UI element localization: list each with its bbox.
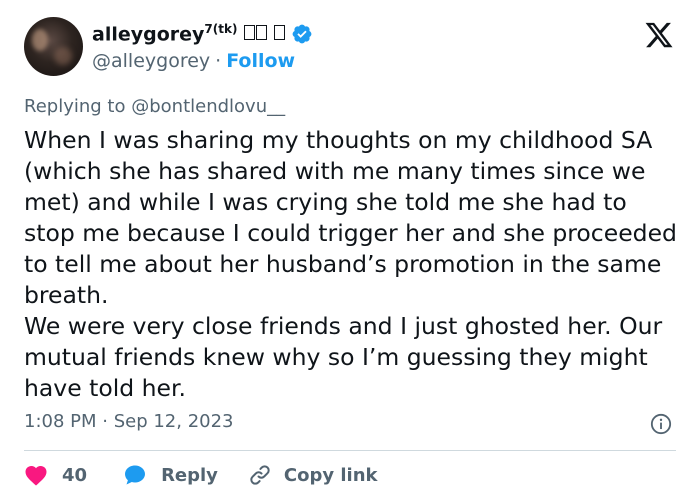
tweet-text: When I was sharing my thoughts on my chi… — [24, 125, 684, 404]
reply-button[interactable]: Reply — [123, 463, 218, 487]
reply-label: Reply — [161, 464, 218, 486]
tweet-timestamp[interactable]: 1:08 PM · Sep 12, 2023 — [24, 411, 234, 432]
x-logo-icon[interactable] — [643, 20, 675, 50]
copy-link-button[interactable]: Copy link — [248, 463, 378, 487]
copy-link-label: Copy link — [283, 464, 378, 486]
display-name-suffix: 7(tk) — [204, 22, 238, 36]
tweet-paragraph: When I was sharing my thoughts on my chi… — [24, 126, 677, 309]
author-name-row: alleygorey7(tk) — [92, 22, 313, 45]
author-handle[interactable]: @alleygorey — [92, 50, 210, 72]
replying-to-label: Replying to — [24, 96, 126, 117]
avatar[interactable] — [24, 17, 83, 76]
separator-dot: · — [215, 50, 222, 72]
author-display-name[interactable]: alleygorey7(tk) — [92, 22, 237, 45]
like-button[interactable]: 40 — [24, 464, 87, 486]
info-icon[interactable] — [650, 413, 672, 435]
verified-badge-icon — [293, 24, 312, 44]
link-icon — [250, 465, 270, 485]
divider — [24, 450, 676, 451]
emoji-placeholder-icon — [273, 23, 286, 45]
speech-bubble-icon — [125, 465, 146, 485]
tweet-paragraph: We were very close friends and I just gh… — [24, 312, 663, 402]
reply-target-link[interactable]: @bontlendlovu__ — [131, 96, 285, 117]
author-handle-row: @alleygorey · Follow — [92, 50, 295, 72]
heart-icon — [25, 466, 47, 486]
like-count: 40 — [62, 464, 88, 486]
avatar-highlight — [32, 29, 48, 51]
avatar-highlight — [54, 47, 72, 65]
follow-link[interactable]: Follow — [226, 50, 295, 72]
emoji-placeholder-icon — [243, 23, 268, 45]
tweet-actions: 40 Reply Copy link — [24, 463, 378, 487]
replying-to-line: Replying to @bontlendlovu__ — [24, 96, 285, 117]
